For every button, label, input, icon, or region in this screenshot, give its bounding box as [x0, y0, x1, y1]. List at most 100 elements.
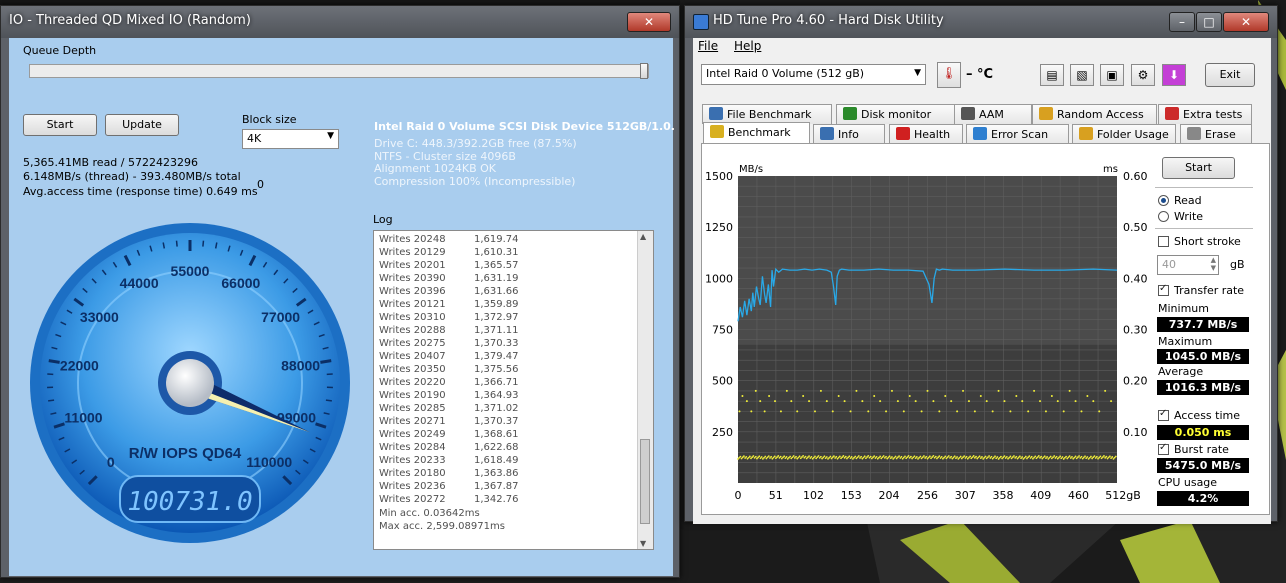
access-band-point — [804, 455, 807, 458]
short-stroke-checkbox[interactable] — [1158, 236, 1169, 247]
io-start-button[interactable]: Start — [23, 114, 97, 136]
benchmark-icon — [710, 125, 724, 138]
save-icon[interactable]: ▣ — [1100, 64, 1124, 86]
log-row-value: 1,372.97 — [474, 312, 519, 323]
access-time-point — [1074, 400, 1077, 403]
tab-health[interactable]: Health — [889, 124, 963, 144]
hd-titlebar[interactable]: HD Tune Pro 4.60 - Hard Disk Utility – □… — [685, 6, 1277, 38]
burst-rate-value: 5475.0 MB/s — [1157, 458, 1249, 473]
access-band-point — [1046, 456, 1049, 458]
access-time-point — [944, 395, 947, 398]
tab-file-benchmark[interactable]: File Benchmark — [702, 104, 832, 124]
benchmark-start-button[interactable]: Start — [1162, 157, 1235, 179]
log-scroll-thumb[interactable] — [640, 439, 650, 524]
download-icon[interactable]: ⬇ — [1162, 64, 1186, 86]
menu-help[interactable]: Help — [734, 39, 761, 53]
spinner-icon[interactable]: ▲ ▼ — [1211, 256, 1216, 272]
io-update-button[interactable]: Update — [105, 114, 179, 136]
chart-x-tick-label: 409 — [1030, 489, 1051, 502]
tab-random-access[interactable]: Random Access — [1032, 104, 1157, 124]
gauge-tick-label: 77000 — [261, 309, 300, 325]
hd-maximize-button[interactable]: □ — [1196, 12, 1222, 32]
log-scroll-up-icon[interactable]: ▲ — [640, 232, 646, 241]
queue-depth-slider[interactable] — [29, 63, 649, 79]
access-time-checkbox[interactable] — [1158, 408, 1169, 421]
tab-extra-tests[interactable]: Extra tests — [1158, 104, 1252, 124]
access-band-point — [745, 455, 748, 458]
log-scrollbar[interactable]: ▲ ▼ — [637, 231, 653, 549]
access-band-point — [857, 455, 860, 457]
access-band-point — [1034, 455, 1037, 458]
gauge-tick-label: 33000 — [80, 309, 119, 325]
gauge-value: 100731.0 — [127, 487, 252, 517]
access-band-point — [938, 455, 941, 458]
access-time-point — [979, 395, 982, 398]
tab-erase[interactable]: Erase — [1180, 124, 1252, 144]
options-icon[interactable]: ⚙ — [1131, 64, 1155, 86]
access-band-point — [1049, 455, 1052, 458]
access-band-point — [923, 455, 925, 457]
log-box[interactable]: ▲ ▼ Min acc. 0.03642ms Max acc. 2,599.08… — [373, 230, 654, 550]
access-band-point — [863, 455, 866, 458]
access-band-point — [835, 455, 838, 458]
tab-error-scan[interactable]: Error Scan — [966, 124, 1069, 144]
block-size-select[interactable]: 4K ▼ — [242, 129, 339, 149]
access-band-point — [934, 455, 937, 458]
short-stroke-input[interactable]: 40 ▲ ▼ — [1157, 255, 1219, 275]
transfer-rate-checkbox[interactable] — [1158, 283, 1169, 296]
disk-monitor-icon — [843, 107, 857, 120]
write-radio[interactable] — [1158, 211, 1169, 222]
drive-select[interactable]: Intel Raid 0 Volume (512 gB) ▼ — [701, 64, 926, 85]
tab-disk-monitor[interactable]: Disk monitor — [836, 104, 961, 124]
access-time-point — [1098, 410, 1101, 413]
access-band-point — [1114, 455, 1117, 458]
access-band-point — [869, 455, 872, 458]
access-band-point — [981, 456, 983, 458]
access-band-point — [875, 455, 878, 458]
disk-info-compression: Compression 100% (Incompressible) — [374, 175, 576, 188]
access-band-point — [773, 455, 776, 458]
extra-tests-icon — [1165, 107, 1179, 120]
burst-rate-checkbox[interactable] — [1158, 442, 1169, 455]
copy-image-icon[interactable]: ▧ — [1070, 64, 1094, 86]
tab-aam[interactable]: AAM — [954, 104, 1032, 124]
log-row-name: Writes 20350 — [379, 364, 446, 375]
access-band-point — [1015, 455, 1018, 458]
access-time-point — [1009, 410, 1012, 413]
menu-file[interactable]: File — [698, 39, 718, 53]
hd-minimize-button[interactable]: – — [1169, 12, 1195, 32]
access-band-point — [950, 455, 953, 458]
access-band-point — [795, 455, 797, 458]
zero-readout: 0 — [257, 178, 264, 191]
access-time-point — [1104, 389, 1107, 392]
random-access-icon — [1039, 107, 1053, 120]
access-time-point — [908, 395, 911, 398]
log-row-value: 1,342.76 — [474, 494, 519, 505]
chart-y2-tick-label: 0.10 — [1123, 426, 1148, 439]
folder-usage-icon — [1079, 127, 1093, 140]
tab-info[interactable]: Info — [813, 124, 885, 144]
access-time-point — [1086, 395, 1089, 398]
tab-benchmark[interactable]: Benchmark — [703, 122, 810, 144]
access-time-point — [819, 389, 822, 392]
io-titlebar[interactable]: IO - Threaded QD Mixed IO (Random) ✕ — [1, 6, 679, 38]
access-time-point — [956, 410, 959, 413]
tab-folder-usage[interactable]: Folder Usage — [1072, 124, 1176, 144]
read-radio[interactable] — [1158, 195, 1169, 206]
io-close-button[interactable]: ✕ — [627, 12, 671, 32]
access-band-point — [925, 455, 928, 458]
access-band-point — [1043, 455, 1046, 458]
access-time-point — [745, 400, 748, 403]
access-time-value: 0.050 ms — [1157, 425, 1249, 440]
hd-close-button[interactable]: ✕ — [1223, 12, 1269, 32]
access-band-point — [891, 456, 893, 458]
chart-y-tick-label: 250 — [712, 426, 733, 439]
access-band-point — [760, 456, 763, 458]
access-band-point — [743, 455, 745, 458]
access-time-point — [1092, 400, 1095, 403]
log-scroll-down-icon[interactable]: ▼ — [640, 539, 646, 548]
exit-button[interactable]: Exit — [1205, 63, 1255, 87]
queue-depth-slider-thumb[interactable] — [640, 63, 648, 79]
copy-text-icon[interactable]: ▤ — [1040, 64, 1064, 86]
chevron-down-icon: ▼ — [327, 131, 334, 141]
